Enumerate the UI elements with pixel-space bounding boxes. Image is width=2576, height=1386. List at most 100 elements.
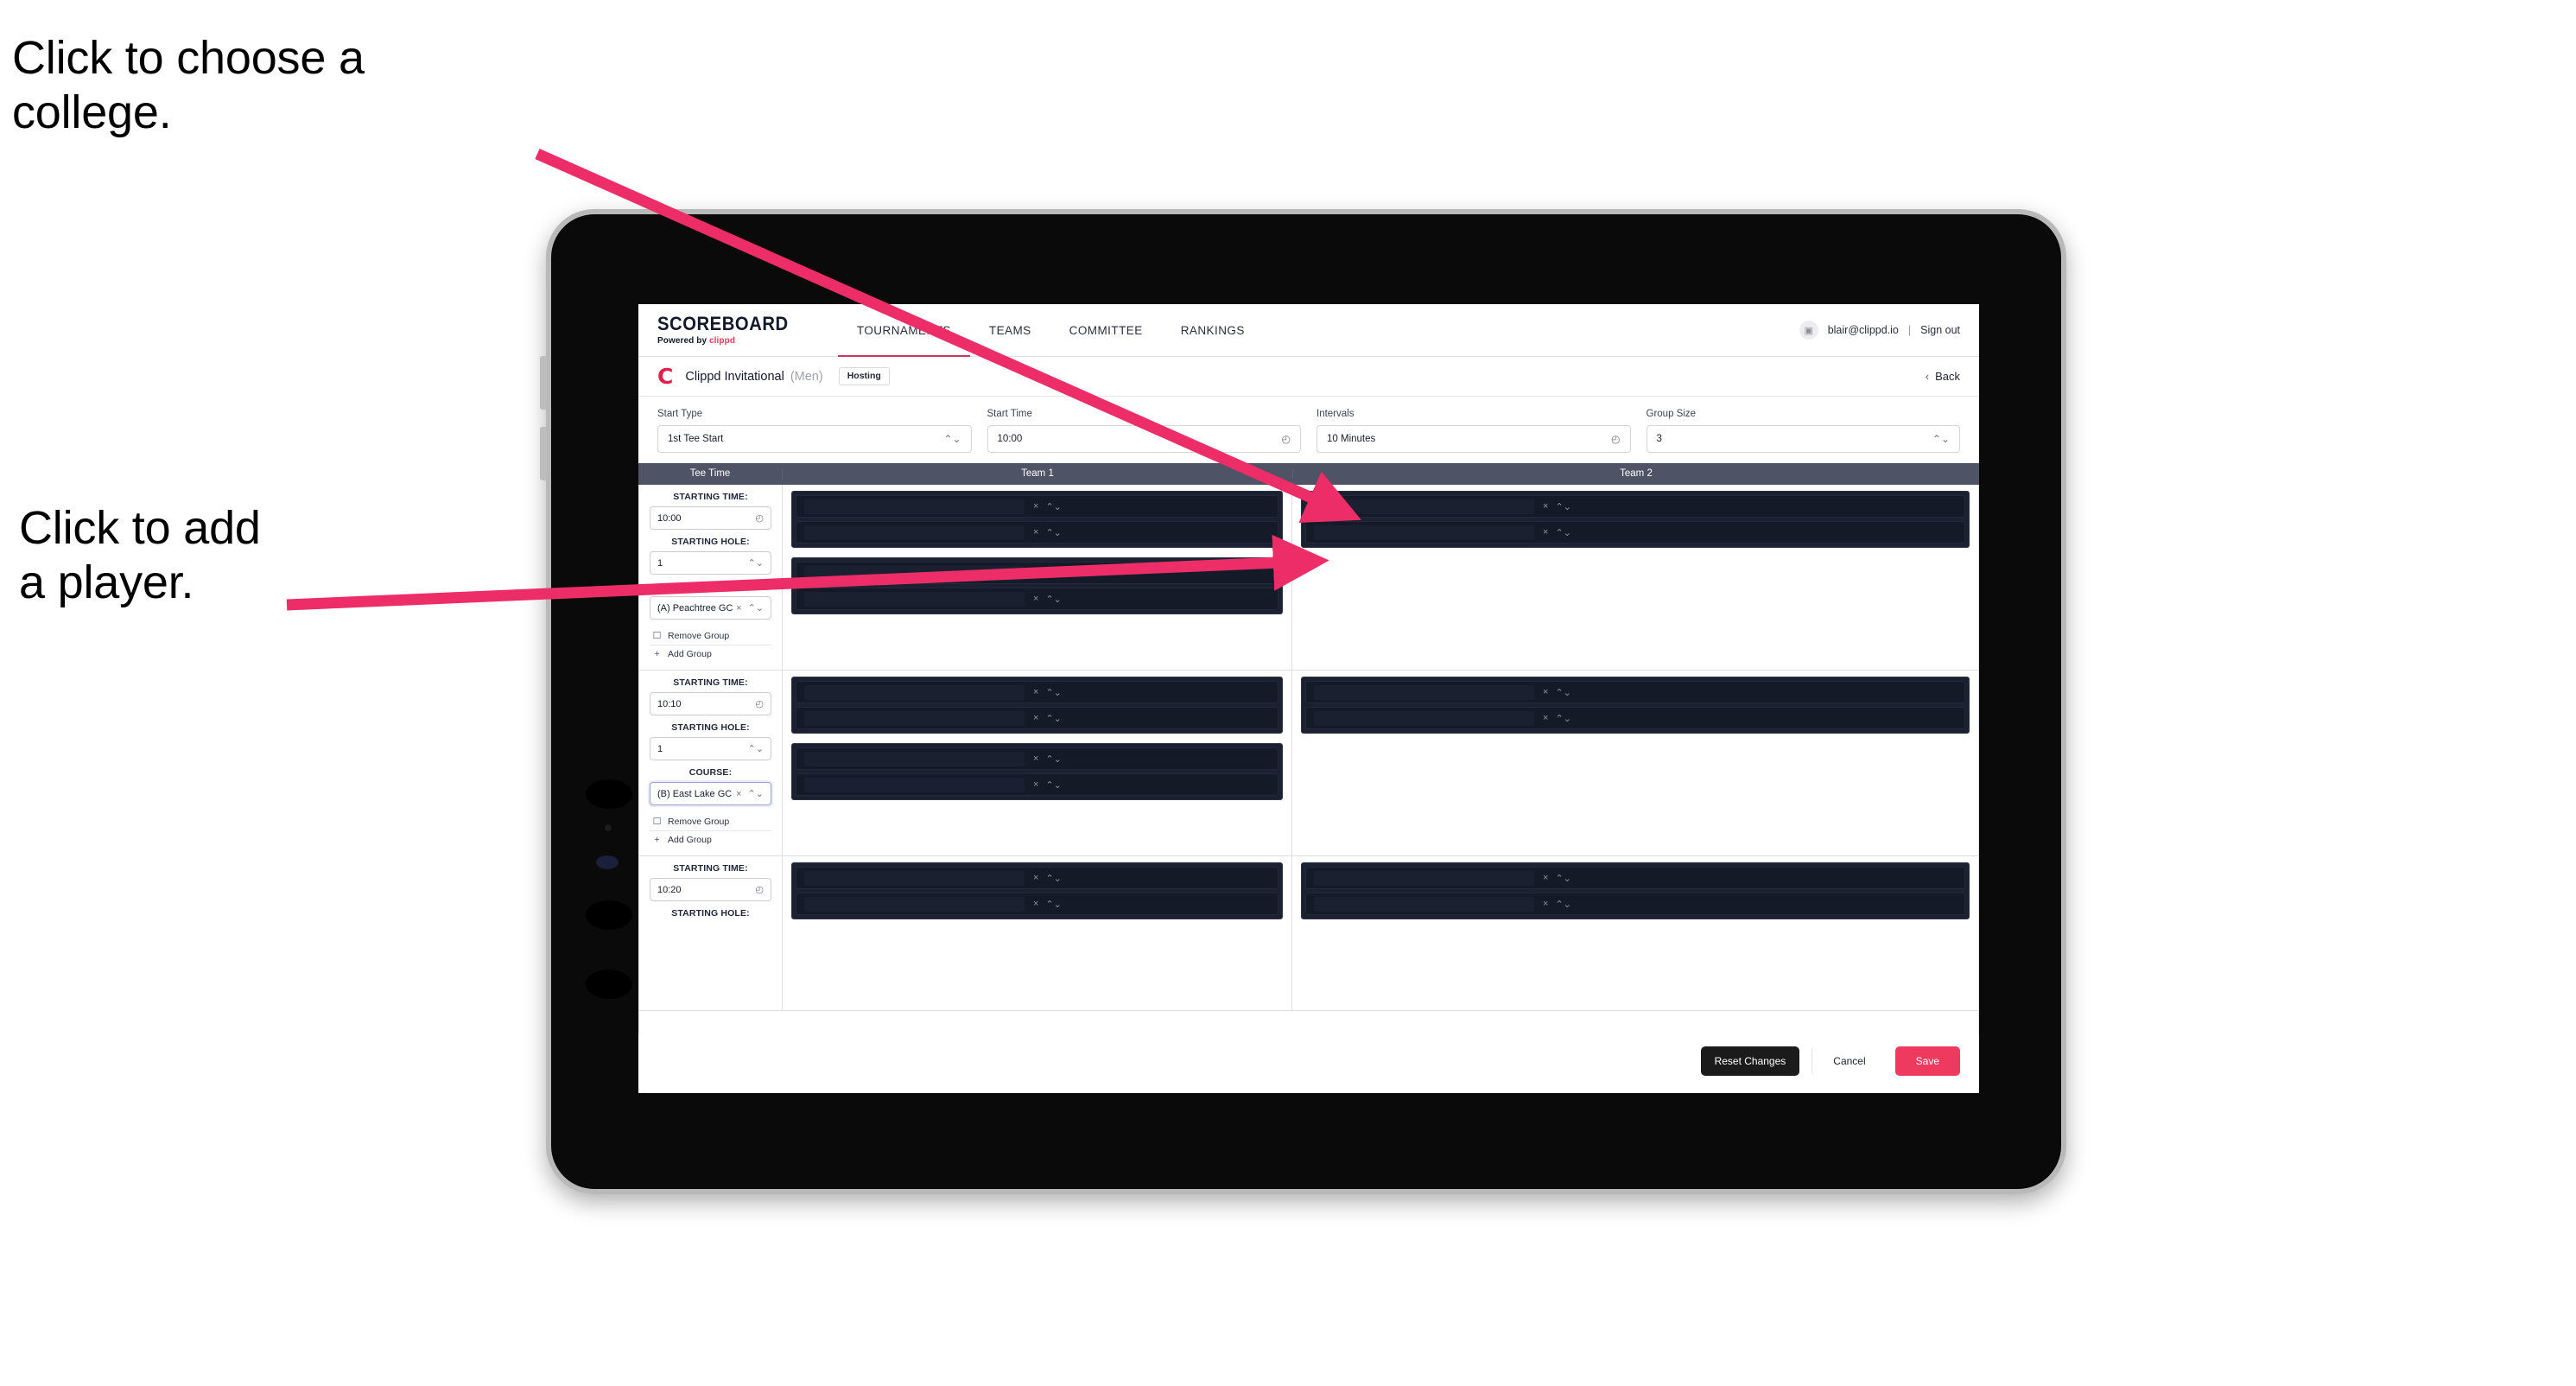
clock-icon[interactable]: ◴ bbox=[755, 512, 764, 524]
user-avatar-icon[interactable]: ▣ bbox=[1799, 321, 1818, 340]
player-select-row[interactable]: × ⌃⌄ bbox=[1305, 893, 1965, 915]
stepper-icon[interactable]: ⌃⌄ bbox=[748, 743, 764, 754]
tablet-volume-down-button[interactable] bbox=[540, 427, 547, 480]
starting-hole-stepper[interactable]: 1 ⌃⌄ bbox=[650, 551, 771, 575]
save-button[interactable]: Save bbox=[1894, 1046, 1960, 1076]
course-select[interactable]: (B) East Lake GC × ⌃⌄ bbox=[650, 782, 771, 805]
stepper-icon[interactable]: ⌃⌄ bbox=[1045, 687, 1061, 698]
chevron-left-icon: ‹ bbox=[1925, 370, 1930, 383]
remove-group-button[interactable]: ☐ Remove Group bbox=[650, 812, 771, 831]
tab-committee[interactable]: COMMITTEE bbox=[1050, 304, 1162, 356]
player-select-row[interactable]: × ⌃⌄ bbox=[796, 681, 1278, 703]
intervals-input[interactable]: 10 Minutes ◴ bbox=[1317, 425, 1631, 453]
stepper-icon[interactable]: ⌃⌄ bbox=[748, 788, 764, 799]
clear-player-icon[interactable]: × bbox=[1033, 527, 1038, 537]
clear-icon[interactable]: × bbox=[736, 789, 741, 799]
account-separator: | bbox=[1907, 324, 1912, 336]
clear-player-icon[interactable]: × bbox=[1543, 687, 1548, 697]
stepper-icon[interactable]: ⌃⌄ bbox=[1555, 687, 1570, 698]
tee-sheet-body[interactable]: STARTING TIME: 10:00 ◴ STARTING HOLE: 1 ⌃⌄ COU… bbox=[638, 485, 1979, 1034]
start-time-input[interactable]: 10:00 ◴ bbox=[987, 425, 1301, 453]
stepper-icon[interactable]: ⌃⌄ bbox=[1045, 873, 1061, 884]
plus-icon: + bbox=[654, 649, 660, 659]
player-select-row[interactable]: × ⌃⌄ bbox=[796, 521, 1278, 544]
start-type-select[interactable]: 1st Tee Start ⌃⌄ bbox=[657, 425, 972, 453]
clear-player-icon[interactable]: × bbox=[1033, 501, 1038, 512]
player-select-row[interactable]: × ⌃⌄ bbox=[1305, 707, 1965, 729]
stepper-icon[interactable]: ⌃⌄ bbox=[748, 602, 764, 614]
field-start-type: Start Type 1st Tee Start ⌃⌄ bbox=[657, 409, 972, 453]
player-select-row[interactable]: × ⌃⌄ bbox=[796, 893, 1278, 915]
stepper-icon[interactable]: ⌃⌄ bbox=[1045, 753, 1061, 765]
clear-player-icon[interactable]: × bbox=[1543, 527, 1548, 537]
stepper-icon[interactable]: ⌃⌄ bbox=[1045, 713, 1061, 724]
clock-icon[interactable]: ◴ bbox=[755, 698, 764, 709]
stepper-icon[interactable]: ⌃⌄ bbox=[1555, 873, 1570, 884]
player-select-row[interactable]: × ⌃⌄ bbox=[1305, 521, 1965, 544]
reset-changes-button[interactable]: Reset Changes bbox=[1700, 1046, 1800, 1076]
tab-rankings[interactable]: RANKINGS bbox=[1162, 304, 1264, 356]
player-select-row[interactable]: × ⌃⌄ bbox=[796, 562, 1278, 584]
player-select-row[interactable]: × ⌃⌄ bbox=[1305, 681, 1965, 703]
clear-player-icon[interactable]: × bbox=[1033, 873, 1038, 883]
clear-player-icon[interactable]: × bbox=[1033, 568, 1038, 578]
stepper-icon[interactable]: ⌃⌄ bbox=[1932, 434, 1950, 444]
tablet-volume-up-button[interactable] bbox=[540, 356, 547, 410]
stepper-icon[interactable]: ⌃⌄ bbox=[1045, 594, 1061, 605]
action-bar: Reset Changes Cancel Save bbox=[638, 1034, 1979, 1088]
stepper-icon[interactable]: ⌃⌄ bbox=[1555, 713, 1570, 724]
stepper-icon[interactable]: ⌃⌄ bbox=[943, 434, 961, 444]
clear-player-icon[interactable]: × bbox=[1543, 713, 1548, 723]
stepper-icon[interactable]: ⌃⌄ bbox=[1045, 568, 1061, 579]
course-select[interactable]: (A) Peachtree GC × ⌃⌄ bbox=[650, 596, 771, 620]
stepper-icon[interactable]: ⌃⌄ bbox=[1045, 501, 1061, 512]
stepper-icon[interactable]: ⌃⌄ bbox=[1555, 527, 1570, 538]
sign-out-link[interactable]: Sign out bbox=[1920, 324, 1960, 336]
player-select-row[interactable]: × ⌃⌄ bbox=[796, 867, 1278, 889]
clear-player-icon[interactable]: × bbox=[1543, 899, 1548, 909]
clear-icon[interactable]: × bbox=[736, 603, 741, 614]
clear-player-icon[interactable]: × bbox=[1543, 873, 1548, 883]
player-group-card: × ⌃⌄ × ⌃⌄ bbox=[791, 743, 1283, 800]
clear-player-icon[interactable]: × bbox=[1033, 687, 1038, 697]
group-size-select[interactable]: 3 ⌃⌄ bbox=[1646, 425, 1960, 453]
player-select-row[interactable]: × ⌃⌄ bbox=[796, 495, 1278, 518]
field-label: STARTING TIME: bbox=[673, 677, 748, 688]
starting-hole-stepper[interactable]: 1 ⌃⌄ bbox=[650, 737, 771, 760]
clear-player-icon[interactable]: × bbox=[1033, 594, 1038, 604]
clock-icon[interactable]: ◴ bbox=[1282, 434, 1291, 444]
tab-teams[interactable]: TEAMS bbox=[970, 304, 1050, 356]
player-select-row[interactable]: × ⌃⌄ bbox=[796, 747, 1278, 770]
clear-player-icon[interactable]: × bbox=[1033, 713, 1038, 723]
starting-time-input[interactable]: 10:20 ◴ bbox=[650, 878, 771, 901]
add-group-button[interactable]: + Add Group bbox=[650, 645, 771, 663]
player-select-row[interactable]: × ⌃⌄ bbox=[796, 707, 1278, 729]
stepper-icon[interactable]: ⌃⌄ bbox=[1555, 501, 1570, 512]
clock-icon[interactable]: ◴ bbox=[755, 884, 764, 895]
stepper-icon[interactable]: ⌃⌄ bbox=[1045, 779, 1061, 791]
cancel-button[interactable]: Cancel bbox=[1811, 1046, 1886, 1076]
player-select-row[interactable]: × ⌃⌄ bbox=[796, 773, 1278, 796]
clear-player-icon[interactable]: × bbox=[1033, 753, 1038, 764]
clock-icon[interactable]: ◴ bbox=[1611, 434, 1620, 444]
tab-tournaments[interactable]: TOURNAMENTS bbox=[837, 304, 970, 357]
stepper-icon[interactable]: ⌃⌄ bbox=[1555, 899, 1570, 910]
team-1-cell: × ⌃⌄ × ⌃⌄ × ⌃⌄ × ⌃⌄ bbox=[783, 671, 1292, 855]
back-button[interactable]: ‹ Back bbox=[1926, 370, 1960, 383]
stepper-icon[interactable]: ⌃⌄ bbox=[748, 557, 764, 569]
player-select-row[interactable]: × ⌃⌄ bbox=[1305, 495, 1965, 518]
remove-group-button[interactable]: ☐ Remove Group bbox=[650, 626, 771, 645]
starting-time-input[interactable]: 10:00 ◴ bbox=[650, 506, 771, 530]
clear-player-icon[interactable]: × bbox=[1543, 501, 1548, 512]
clear-player-icon[interactable]: × bbox=[1033, 779, 1038, 790]
scoreboard-logo[interactable]: SCOREBOARD Powered by clippd bbox=[657, 315, 800, 346]
player-select-row[interactable]: × ⌃⌄ bbox=[796, 588, 1278, 610]
add-group-button[interactable]: + Add Group bbox=[650, 831, 771, 849]
player-name-value bbox=[804, 684, 1025, 700]
player-select-row[interactable]: × ⌃⌄ bbox=[1305, 867, 1965, 889]
starting-time-input[interactable]: 10:10 ◴ bbox=[650, 692, 771, 715]
tee-sheet-settings-row: Start Type 1st Tee Start ⌃⌄ Start Time 1… bbox=[638, 397, 1979, 463]
clear-player-icon[interactable]: × bbox=[1033, 899, 1038, 909]
stepper-icon[interactable]: ⌃⌄ bbox=[1045, 527, 1061, 538]
stepper-icon[interactable]: ⌃⌄ bbox=[1045, 899, 1061, 910]
